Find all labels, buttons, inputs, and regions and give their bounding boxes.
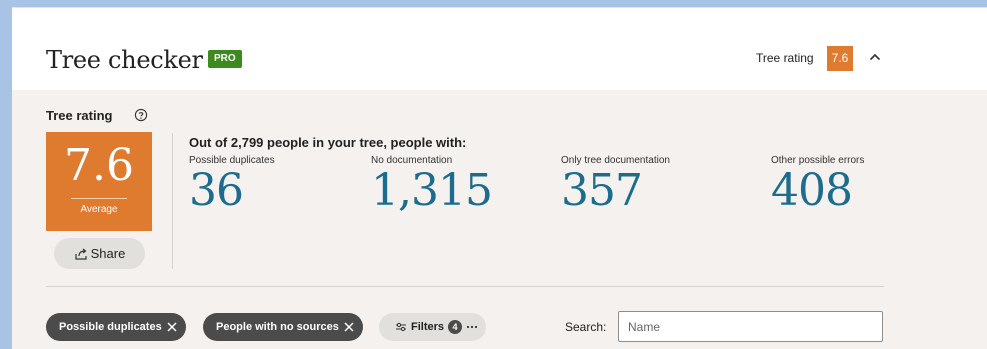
score-divider	[71, 198, 127, 199]
filters-label: Filters	[411, 321, 445, 333]
pro-badge: PRO	[208, 50, 242, 68]
stat-value: 408	[771, 165, 853, 216]
stat-value: 357	[561, 165, 643, 216]
header-rating-label: Tree rating	[756, 51, 814, 65]
stat-other-possible-errors[interactable]: Other possible errors 408	[771, 155, 864, 217]
close-icon[interactable]	[343, 321, 355, 333]
sliders-icon	[396, 322, 406, 332]
stat-value: 36	[189, 165, 244, 216]
close-icon[interactable]	[166, 321, 178, 333]
vertical-divider	[172, 133, 173, 269]
share-label: Share	[90, 246, 126, 261]
horizontal-divider	[46, 286, 884, 287]
chevron-up-icon[interactable]	[867, 49, 883, 65]
stat-no-documentation[interactable]: No documentation 1,315	[371, 155, 493, 217]
filters-button[interactable]: Filters 4	[379, 313, 487, 341]
tree-checker-card: Tree checker PRO Tree rating 7.6 Tree ra…	[12, 7, 987, 349]
header-rating-badge: 7.6	[827, 46, 853, 71]
filter-chip-possible-duplicates[interactable]: Possible duplicates	[46, 313, 186, 341]
tree-rating-label: Tree rating	[46, 108, 113, 123]
stat-only-tree-documentation[interactable]: Only tree documentation 357	[561, 155, 670, 217]
tree-rating-score: 7.6 Average	[46, 132, 152, 231]
score-caption: Average	[80, 204, 118, 215]
question-circle-icon[interactable]	[134, 108, 148, 122]
card-header: Tree checker PRO Tree rating 7.6	[12, 8, 987, 90]
tree-checker-panel: Tree rating 7.6 Average Share Out of 2,7…	[12, 90, 987, 349]
summary-heading: Out of 2,799 people in your tree, people…	[189, 135, 467, 150]
stat-possible-duplicates[interactable]: Possible duplicates 36	[189, 155, 275, 217]
more-icon	[466, 325, 478, 329]
share-button[interactable]: Share	[54, 238, 145, 269]
share-icon	[75, 248, 87, 260]
search-label: Search:	[565, 320, 607, 334]
filters-count-badge: 4	[448, 320, 463, 334]
search-input[interactable]	[618, 311, 883, 342]
chip-label: Possible duplicates	[59, 321, 162, 333]
stat-value: 1,315	[371, 165, 493, 216]
filter-chip-no-sources[interactable]: People with no sources	[203, 313, 363, 341]
score-value: 7.6	[64, 140, 134, 191]
page-title: Tree checker	[46, 46, 203, 74]
chip-label: People with no sources	[216, 321, 339, 333]
